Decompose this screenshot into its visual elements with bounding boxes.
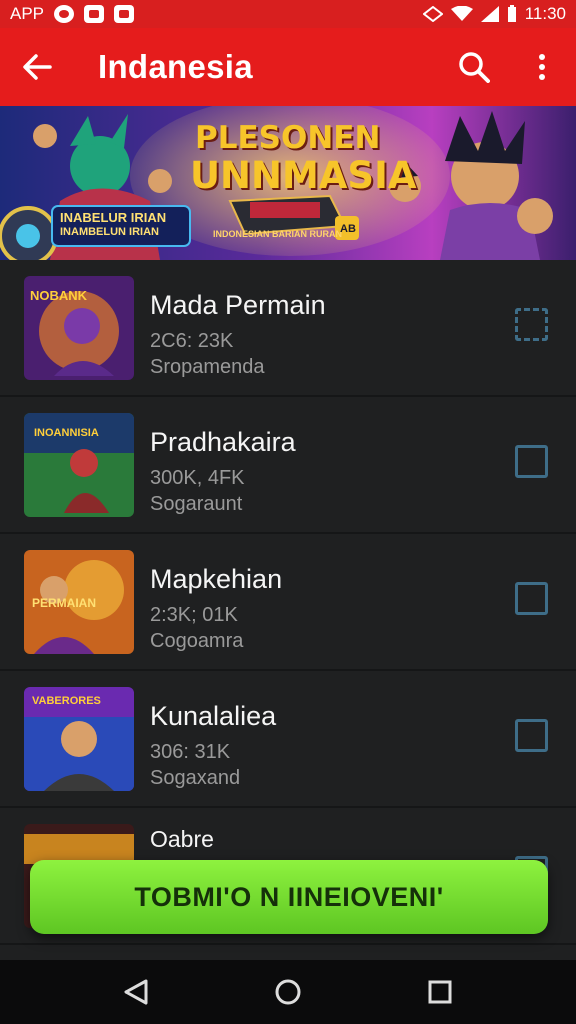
- overflow-menu-button[interactable]: [508, 28, 576, 106]
- thumbnail-caption: NOBANK: [30, 288, 88, 303]
- search-icon: [459, 52, 490, 83]
- app-badge-icon: [54, 5, 75, 23]
- game-list: NOBANK Mada Permain 2C6: 23K Sropamenda …: [0, 260, 576, 960]
- nav-back-button[interactable]: [101, 962, 171, 1022]
- status-time: 11:30: [524, 4, 566, 23]
- banner-caption-2: INAMBELUN IRIAN: [60, 226, 159, 238]
- game-title: Mada Permain: [150, 290, 326, 320]
- game-subtitle: Sogaraunt: [150, 493, 243, 515]
- carrier-label: APP: [10, 4, 45, 23]
- game-thumbnail: VABERORES: [24, 687, 134, 791]
- app-badge-icon: [114, 5, 135, 23]
- system-nav-bar: [0, 960, 576, 1024]
- thumbnail-caption: PERMAIAN: [32, 596, 97, 610]
- signal-icon: [480, 6, 499, 22]
- app-bar: Indanesia: [0, 28, 576, 106]
- game-title: Oabre: [150, 826, 214, 852]
- select-checkbox[interactable]: [515, 445, 548, 478]
- arrow-left-icon: [23, 54, 52, 80]
- game-title: Mapkehian: [150, 564, 283, 594]
- banner-caption-1: INABELUR IRIAN: [60, 210, 167, 225]
- thumbnail-caption: VABERORES: [32, 695, 101, 707]
- nav-recents-button[interactable]: [405, 962, 475, 1022]
- list-item[interactable]: INOANNISIA Pradhakaira 300K, 4FK Sogarau…: [0, 397, 576, 534]
- game-title: Pradhakaira: [150, 427, 296, 457]
- banner-badge: AB: [340, 223, 356, 235]
- status-bar: APP 11:30: [0, 0, 576, 28]
- promo-banner[interactable]: PLESONEN UNNMASIA INABELUR IRIAN INAMBEL…: [0, 106, 576, 260]
- select-checkbox[interactable]: [515, 308, 548, 341]
- diamond-icon: [422, 6, 443, 22]
- game-subtitle: Cogoamra: [150, 630, 244, 652]
- more-vert-icon: [539, 54, 545, 80]
- thumbnail-caption: INOANNISIA: [34, 427, 99, 439]
- game-subtitle: Sropamenda: [150, 356, 265, 378]
- game-thumbnail: PERMAIAN: [24, 550, 134, 654]
- game-thumbnail: INOANNISIA: [24, 413, 134, 517]
- list-item[interactable]: PERMAIAN Mapkehian 2:3K; 01K Cogoamra: [0, 534, 576, 671]
- nav-home-button[interactable]: [253, 962, 323, 1022]
- search-button[interactable]: [440, 28, 508, 106]
- wifi-icon: [450, 6, 473, 21]
- game-title: Kunalaliea: [150, 701, 277, 731]
- game-stats: 300K, 4FK: [150, 467, 245, 489]
- app-badge-icon: [84, 5, 105, 23]
- banner-small-caption: INDONESIAN BARIAN RURAN: [213, 229, 343, 239]
- banner-headline-1: PLESONEN: [195, 120, 381, 156]
- back-button[interactable]: [0, 28, 74, 106]
- game-stats: 306: 31K: [150, 741, 231, 763]
- home-circle-icon: [275, 979, 301, 1005]
- game-stats: 2:3K; 01K: [150, 604, 238, 626]
- battery-icon: [507, 5, 516, 22]
- list-item[interactable]: VABERORES Kunalaliea 306: 31K Sogaxand: [0, 671, 576, 808]
- select-checkbox[interactable]: [515, 582, 548, 615]
- banner-headline-2: UNNMASIA: [190, 154, 417, 197]
- back-triangle-icon: [124, 979, 148, 1005]
- game-stats: 2C6: 23K: [150, 330, 234, 352]
- game-subtitle: Sogaxand: [150, 767, 241, 789]
- list-item[interactable]: NOBANK Mada Permain 2C6: 23K Sropamenda: [0, 260, 576, 397]
- select-checkbox[interactable]: [515, 719, 548, 752]
- game-thumbnail: NOBANK: [24, 276, 134, 380]
- page-title: Indanesia: [98, 48, 253, 85]
- recents-square-icon: [428, 980, 452, 1004]
- primary-action-button[interactable]: TOBMI'O N IINEIOVENI': [30, 860, 548, 934]
